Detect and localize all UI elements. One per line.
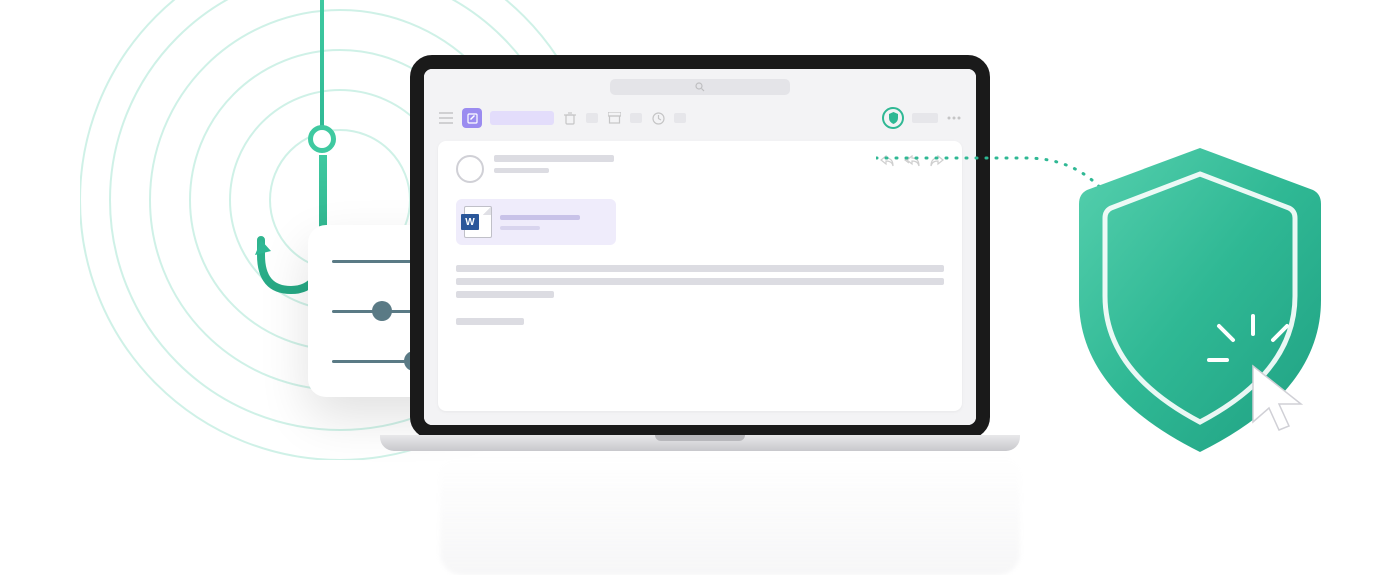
body-line bbox=[456, 318, 524, 325]
word-letter: W bbox=[461, 214, 479, 230]
more-icon[interactable] bbox=[946, 110, 962, 126]
sender-name-skeleton bbox=[494, 155, 614, 162]
forward-icon[interactable] bbox=[930, 155, 944, 167]
shield-icon bbox=[888, 112, 899, 124]
word-attachment[interactable]: W bbox=[456, 199, 616, 245]
body-line bbox=[456, 291, 554, 298]
word-doc-icon: W bbox=[464, 206, 492, 238]
toolbar-label-skeleton bbox=[490, 111, 554, 125]
body-line bbox=[456, 278, 944, 285]
browser-urlbar[interactable] bbox=[610, 79, 790, 95]
archive-icon[interactable] bbox=[606, 110, 622, 126]
attachment-name-skeleton bbox=[500, 215, 580, 220]
laptop-notch bbox=[655, 435, 745, 441]
search-icon bbox=[695, 82, 705, 92]
email-body: W bbox=[438, 141, 962, 411]
sender-avatar bbox=[456, 155, 484, 183]
email-toolbar bbox=[424, 103, 976, 133]
email-app: W bbox=[424, 69, 976, 425]
cursor-icon bbox=[1249, 362, 1319, 442]
toolbar-skeleton bbox=[912, 113, 938, 123]
compose-button[interactable] bbox=[462, 108, 482, 128]
hook-line bbox=[320, 0, 324, 135]
sender-meta-skeleton bbox=[494, 168, 549, 173]
laptop-mockup: W bbox=[380, 55, 1020, 470]
security-shield-badge[interactable] bbox=[882, 107, 904, 129]
menu-icon[interactable] bbox=[438, 110, 454, 126]
toolbar-skeleton bbox=[586, 113, 598, 123]
reply-icon[interactable] bbox=[880, 155, 894, 167]
hook-ring bbox=[308, 125, 336, 153]
trash-icon[interactable] bbox=[562, 110, 578, 126]
toolbar-skeleton bbox=[674, 113, 686, 123]
attachment-size-skeleton bbox=[500, 226, 540, 230]
security-shield-hero bbox=[1063, 140, 1338, 480]
body-line bbox=[456, 265, 944, 272]
toolbar-skeleton bbox=[630, 113, 642, 123]
reply-all-icon[interactable] bbox=[904, 155, 920, 167]
clock-icon[interactable] bbox=[650, 110, 666, 126]
